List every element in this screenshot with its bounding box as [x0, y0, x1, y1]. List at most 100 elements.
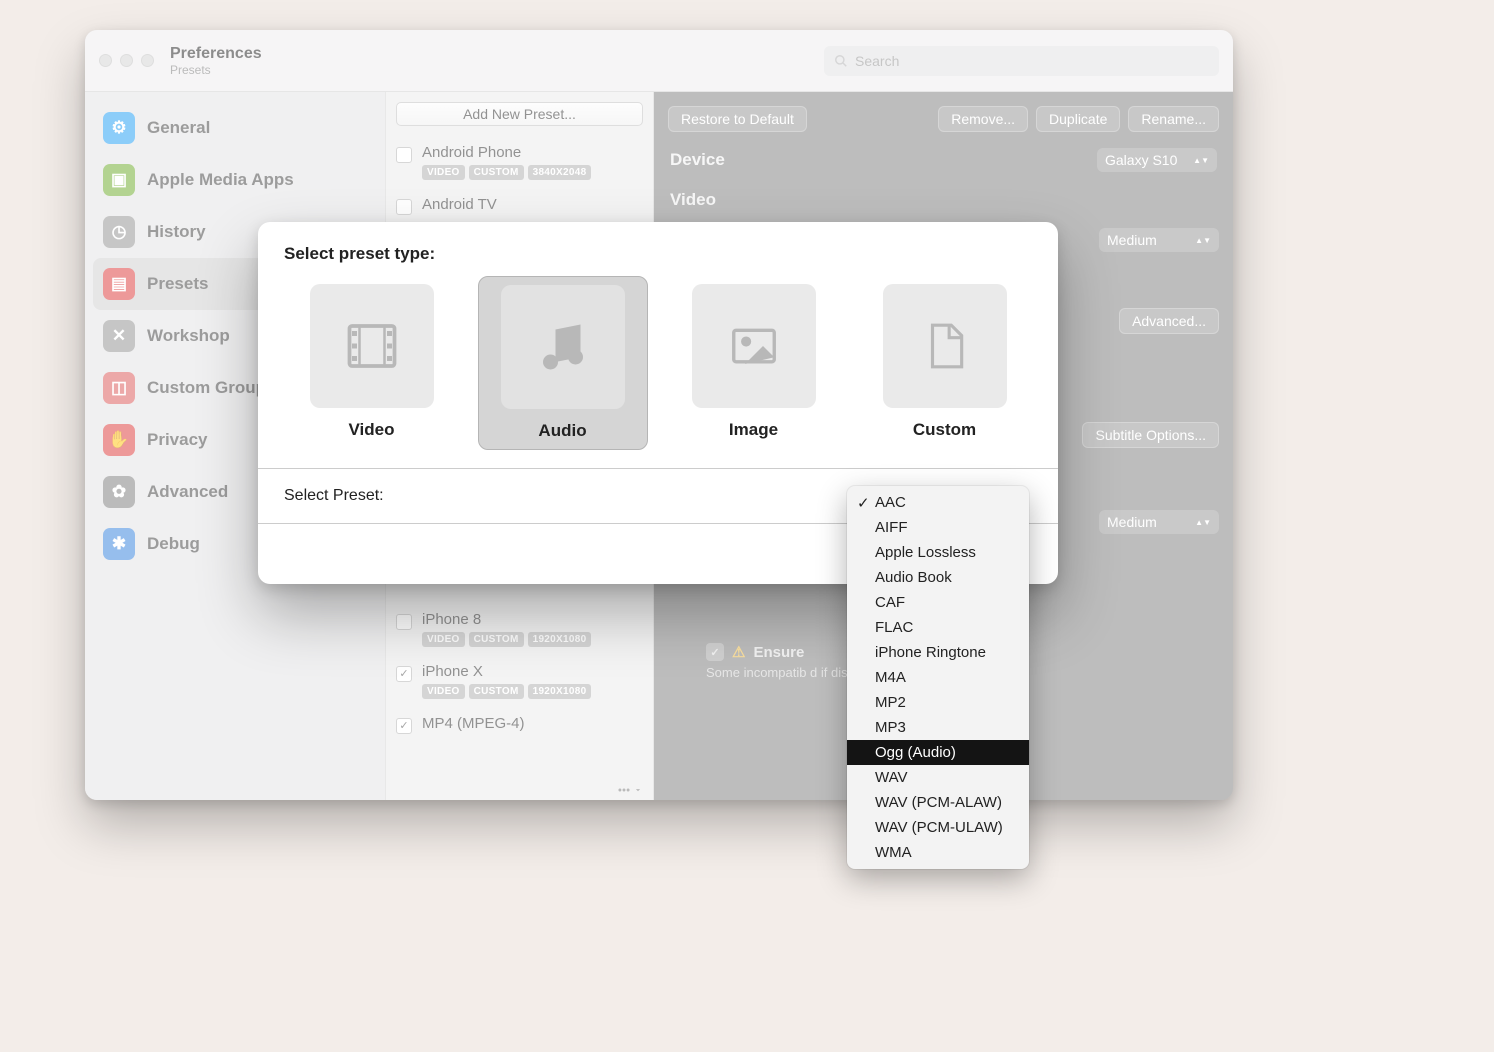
dropdown-item-wav[interactable]: WAV	[847, 765, 1029, 790]
sidebar-item-label: History	[147, 222, 206, 242]
remove-button[interactable]: Remove...	[938, 106, 1028, 132]
preset-tag: 1920X1080	[528, 684, 592, 699]
sidebar-item-label: General	[147, 118, 210, 138]
subtitle-options-button[interactable]: Subtitle Options...	[1082, 422, 1219, 448]
preset-name: Android Phone	[422, 144, 591, 161]
dropdown-item-ogg-audio-[interactable]: Ogg (Audio)	[847, 740, 1029, 765]
sidebar-item-label: Apple Media Apps	[147, 170, 294, 190]
preset-row[interactable]: iPhone X VIDEO CUSTOM 1920X1080	[386, 655, 653, 707]
image-icon	[692, 284, 816, 408]
preset-tag: VIDEO	[422, 632, 465, 647]
preset-tag: CUSTOM	[469, 632, 524, 647]
rename-button[interactable]: Rename...	[1128, 106, 1219, 132]
preset-row[interactable]: MP4 (MPEG-4)	[386, 707, 653, 742]
device-label: Device	[670, 150, 725, 170]
dropdown-item-caf[interactable]: CAF	[847, 590, 1029, 615]
preset-name: MP4 (MPEG-4)	[422, 715, 525, 732]
device-select[interactable]: Galaxy S10 ▲▼	[1097, 148, 1217, 172]
minimize-window-button[interactable]	[120, 54, 133, 67]
preset-type-image[interactable]: Image	[669, 276, 839, 450]
preset-name: Android TV	[422, 196, 497, 213]
titlebar: Preferences Presets Search	[85, 30, 1233, 92]
sidebar-item-label: Presets	[147, 274, 208, 294]
dropdown-item-flac[interactable]: FLAC	[847, 615, 1029, 640]
dropdown-item-mp3[interactable]: MP3	[847, 715, 1029, 740]
sidebar-icon: ▤	[103, 268, 135, 300]
duplicate-button[interactable]: Duplicate	[1036, 106, 1120, 132]
preset-tag: VIDEO	[422, 684, 465, 699]
sidebar-item-label: Workshop	[147, 326, 230, 346]
preset-name: iPhone 8	[422, 611, 591, 628]
sidebar-icon: ⚙	[103, 112, 135, 144]
sidebar-item-label: Debug	[147, 534, 200, 554]
custom-icon	[883, 284, 1007, 408]
dropdown-item-audio-book[interactable]: Audio Book	[847, 565, 1029, 590]
preset-tag: CUSTOM	[469, 684, 524, 699]
dropdown-item-m4a[interactable]: M4A	[847, 665, 1029, 690]
preset-row[interactable]: Android TV	[386, 188, 653, 223]
select-preset-label: Select Preset:	[284, 487, 384, 505]
preset-type-label: Video	[349, 420, 395, 440]
window-title: Preferences	[170, 45, 262, 63]
sidebar-icon: ✱	[103, 528, 135, 560]
ensure-checkbox[interactable]: ✓	[706, 643, 724, 661]
dropdown-item-wma[interactable]: WMA	[847, 840, 1029, 865]
sidebar-icon: ◫	[103, 372, 135, 404]
preset-checkbox[interactable]	[396, 199, 412, 215]
preset-checkbox[interactable]	[396, 147, 412, 163]
preset-row[interactable]: Android PhoneVIDEOCUSTOM3840X2048	[386, 136, 653, 188]
search-placeholder: Search	[855, 53, 899, 69]
video-icon	[310, 284, 434, 408]
dropdown-item-wav-pcm-ulaw-[interactable]: WAV (PCM-ULAW)	[847, 815, 1029, 840]
preset-list-menu-button[interactable]	[386, 780, 653, 800]
search-input[interactable]: Search	[824, 46, 1219, 76]
preset-row[interactable]: iPhone 8 VIDEO CUSTOM 1920X1080	[386, 603, 653, 655]
add-new-preset-button[interactable]: Add New Preset...	[396, 102, 643, 126]
preset-tag: CUSTOM	[469, 165, 524, 180]
sidebar-icon: ✿	[103, 476, 135, 508]
sidebar-item-general[interactable]: ⚙ General	[93, 102, 377, 154]
warning-icon: ⚠	[732, 643, 745, 661]
preset-type-audio[interactable]: Audio	[478, 276, 648, 450]
restore-default-button[interactable]: Restore to Default	[668, 106, 807, 132]
preset-name: iPhone X	[422, 663, 591, 680]
chevron-up-down-icon: ▲▼	[1193, 158, 1209, 163]
preset-checkbox[interactable]	[396, 718, 412, 734]
dropdown-item-wav-pcm-alaw-[interactable]: WAV (PCM-ALAW)	[847, 790, 1029, 815]
dropdown-item-aac[interactable]: AAC	[847, 490, 1029, 515]
search-icon	[834, 54, 848, 68]
preset-type-label: Custom	[913, 420, 976, 440]
preset-type-custom[interactable]: Custom	[860, 276, 1030, 450]
sidebar-item-label: Custom Groups	[147, 378, 275, 398]
preset-type-label: Image	[729, 420, 778, 440]
dropdown-item-apple-lossless[interactable]: Apple Lossless	[847, 540, 1029, 565]
preset-tag: 1920X1080	[528, 632, 592, 647]
preset-type-video[interactable]: Video	[287, 276, 457, 450]
sidebar-icon: ✋	[103, 424, 135, 456]
modal-title: Select preset type:	[258, 222, 1058, 276]
dropdown-item-mp2[interactable]: MP2	[847, 690, 1029, 715]
dropdown-item-iphone-ringtone[interactable]: iPhone Ringtone	[847, 640, 1029, 665]
preset-dropdown[interactable]: AACAIFFApple LosslessAudio BookCAFFLACiP…	[847, 486, 1029, 869]
preset-tag: VIDEO	[422, 165, 465, 180]
sidebar-item-label: Privacy	[147, 430, 208, 450]
sidebar-icon: ✕	[103, 320, 135, 352]
sidebar-item-apple-media-apps[interactable]: ▣ Apple Media Apps	[93, 154, 377, 206]
close-window-button[interactable]	[99, 54, 112, 67]
video-section-label: Video	[670, 190, 716, 210]
video-quality-select[interactable]: Medium▲▼	[1099, 228, 1219, 252]
quality-select-2[interactable]: Medium▲▼	[1099, 510, 1219, 534]
advanced-button[interactable]: Advanced...	[1119, 308, 1219, 334]
sidebar-icon: ◷	[103, 216, 135, 248]
preset-type-label: Audio	[538, 421, 586, 441]
audio-icon	[501, 285, 625, 409]
window-subtitle: Presets	[170, 63, 262, 77]
sidebar-icon: ▣	[103, 164, 135, 196]
traffic-lights	[99, 54, 154, 67]
ensure-label: Ensure	[753, 644, 804, 661]
preset-checkbox[interactable]	[396, 614, 412, 630]
sidebar-item-label: Advanced	[147, 482, 228, 502]
zoom-window-button[interactable]	[141, 54, 154, 67]
preset-checkbox[interactable]	[396, 666, 412, 682]
dropdown-item-aiff[interactable]: AIFF	[847, 515, 1029, 540]
